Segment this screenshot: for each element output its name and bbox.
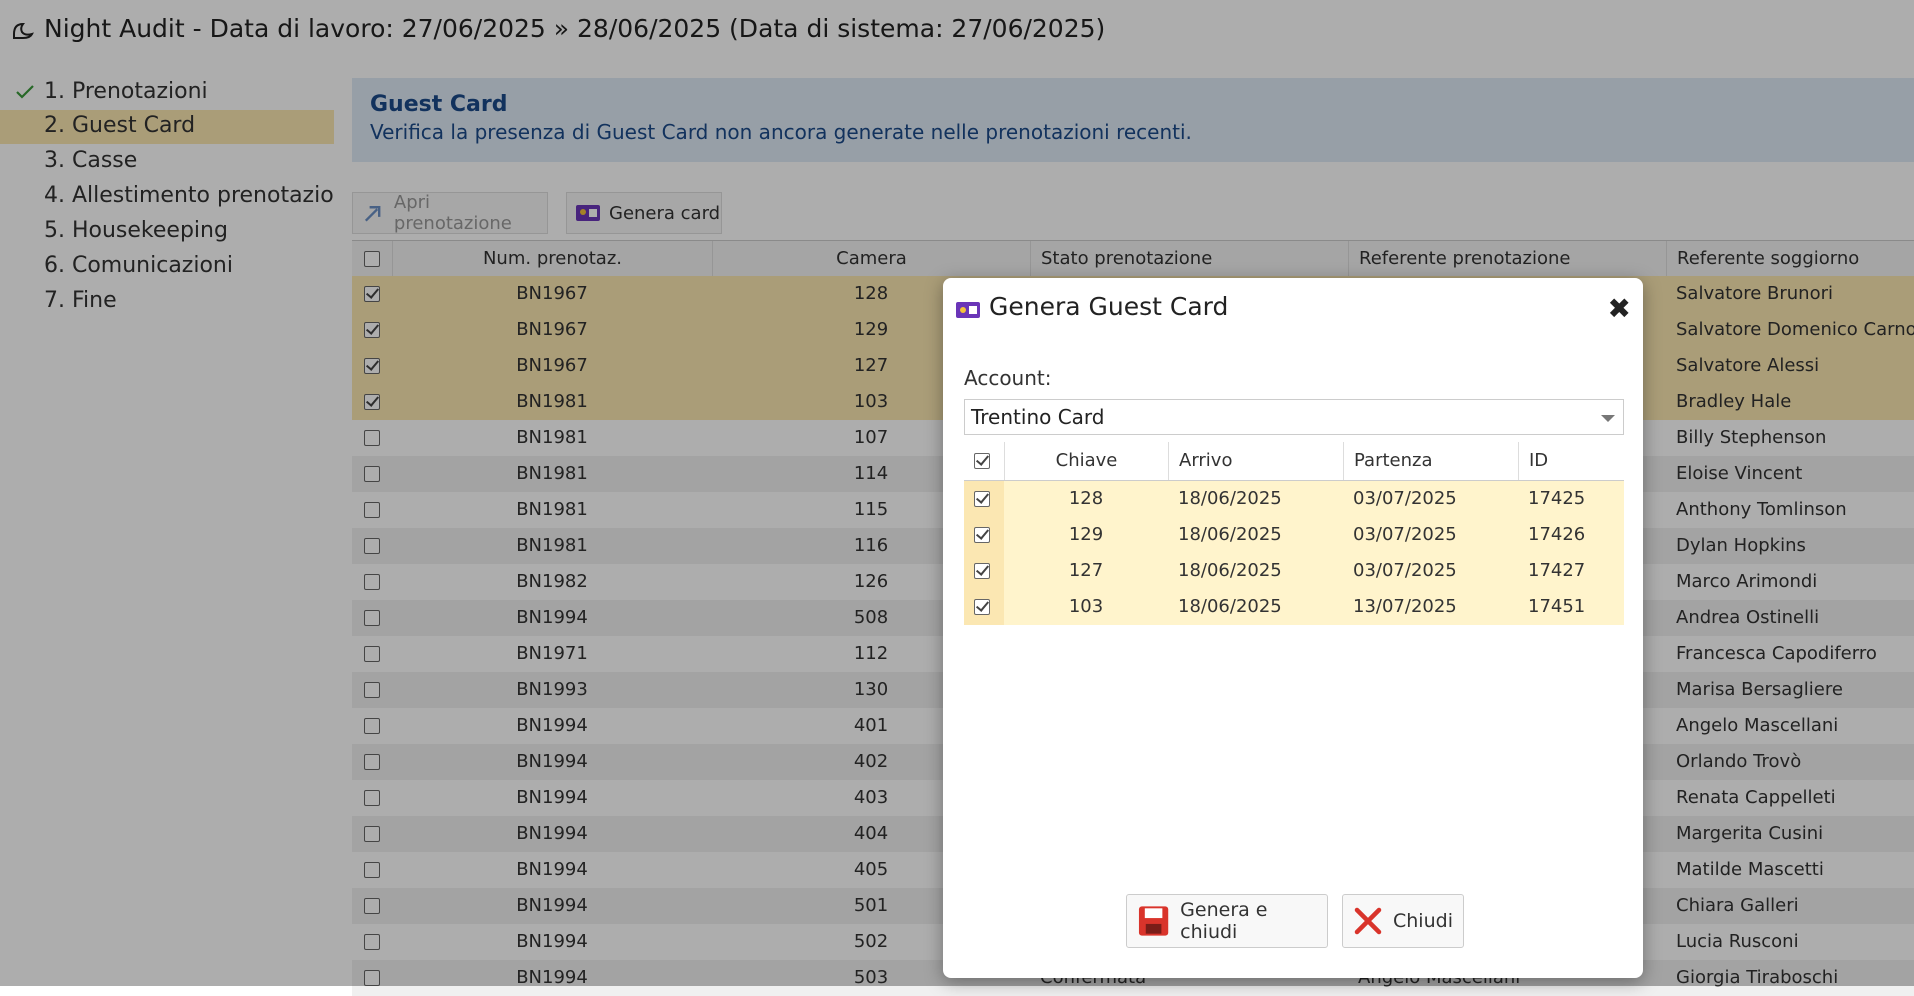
card-cell-id: 17425 <box>1528 488 1586 509</box>
card-cell-departure: 03/07/2025 <box>1353 560 1457 581</box>
card-cell-departure: 03/07/2025 <box>1353 524 1457 545</box>
save-icon <box>1138 906 1169 936</box>
close-label: Chiudi <box>1393 910 1453 932</box>
card-cell-departure: 03/07/2025 <box>1353 488 1457 509</box>
card-row[interactable]: 127 18/06/2025 03/07/2025 17427 <box>964 553 1624 589</box>
card-cell-key: 103 <box>1068 596 1104 617</box>
card-cell-departure: 13/07/2025 <box>1353 596 1457 617</box>
card-checkbox[interactable] <box>974 527 990 543</box>
account-value: Trentino Card <box>971 405 1105 429</box>
card-row[interactable]: 103 18/06/2025 13/07/2025 17451 <box>964 589 1624 625</box>
guest-card-icon <box>956 302 980 318</box>
col-chiave[interactable]: Chiave <box>1004 442 1168 480</box>
close-x-icon <box>1354 907 1382 935</box>
card-cell-arrival: 18/06/2025 <box>1178 596 1282 617</box>
cards-select-all-checkbox[interactable] <box>974 453 990 469</box>
cards-grid: Chiave Arrivo Partenza ID 128 18/06/2025 0… <box>964 442 1624 862</box>
card-checkbox-cell <box>964 589 1004 625</box>
close-button[interactable]: Chiudi <box>1342 894 1464 948</box>
card-checkbox[interactable] <box>974 599 990 615</box>
card-cell-arrival: 18/06/2025 <box>1178 524 1282 545</box>
card-checkbox-cell <box>964 481 1004 517</box>
card-checkbox[interactable] <box>974 563 990 579</box>
generate-guest-card-dialog: Genera Guest Card ✖ Account: Trentino Ca… <box>943 278 1643 978</box>
close-icon[interactable]: ✖ <box>1608 292 1631 325</box>
card-checkbox-cell <box>964 517 1004 553</box>
card-cell-key: 129 <box>1068 524 1104 545</box>
card-cell-id: 17426 <box>1528 524 1586 545</box>
account-label: Account: <box>964 366 1052 390</box>
chevron-down-icon <box>1601 415 1615 422</box>
card-checkbox-cell <box>964 553 1004 589</box>
card-cell-arrival: 18/06/2025 <box>1178 560 1282 581</box>
col-id[interactable]: ID <box>1518 442 1624 480</box>
card-row[interactable]: 128 18/06/2025 03/07/2025 17425 <box>964 481 1624 517</box>
generate-and-close-label: Genera e chiudi <box>1180 899 1268 943</box>
card-cell-key: 128 <box>1068 488 1104 509</box>
card-row[interactable]: 129 18/06/2025 03/07/2025 17426 <box>964 517 1624 553</box>
card-cell-arrival: 18/06/2025 <box>1178 488 1282 509</box>
card-cell-key: 127 <box>1068 560 1104 581</box>
cards-grid-header: Chiave Arrivo Partenza ID <box>964 442 1624 481</box>
account-select[interactable]: Trentino Card <box>964 399 1624 435</box>
generate-and-close-button[interactable]: Genera e chiudi <box>1126 894 1328 948</box>
dialog-title: Genera Guest Card <box>989 292 1229 321</box>
card-cell-id: 17427 <box>1528 560 1586 581</box>
col-partenza[interactable]: Partenza <box>1343 442 1518 480</box>
cards-select-all-cell <box>964 442 1004 480</box>
card-checkbox[interactable] <box>974 491 990 507</box>
card-cell-id: 17451 <box>1528 596 1586 617</box>
col-arrivo[interactable]: Arrivo <box>1168 442 1343 480</box>
